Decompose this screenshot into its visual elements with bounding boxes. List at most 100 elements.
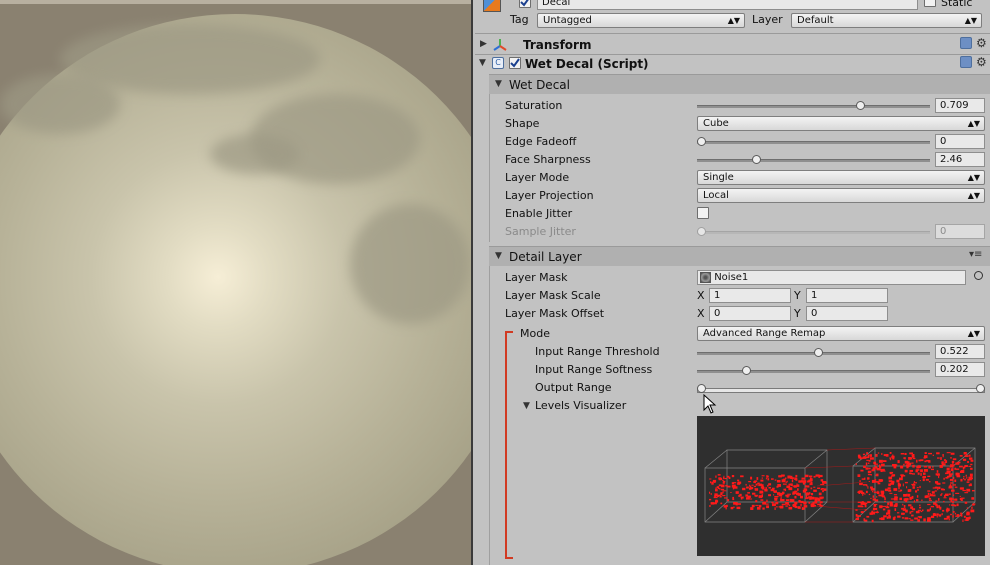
output-noise-point <box>963 458 965 461</box>
output-noise-point <box>861 491 863 493</box>
edge-fadeoff-slider-track[interactable] <box>697 141 930 144</box>
help-book-icon[interactable] <box>960 56 972 68</box>
output-noise-point <box>945 493 949 496</box>
output-noise-point <box>897 512 900 514</box>
offset-x-field[interactable]: 0 <box>709 306 791 321</box>
input-noise-point <box>709 498 712 501</box>
output-noise-point <box>879 464 881 466</box>
face-sharpness-slider-track[interactable] <box>697 159 930 162</box>
scene-view[interactable] <box>0 0 473 565</box>
input-noise-point <box>779 505 784 509</box>
help-book-icon[interactable] <box>960 37 972 49</box>
enable-jitter-checkbox[interactable] <box>697 207 709 219</box>
tag-dropdown[interactable]: Untagged ▲▼ <box>537 13 745 28</box>
foldout-arrow-icon[interactable]: ▼ <box>479 58 486 68</box>
input-noise-point <box>764 489 768 492</box>
layer-mode-dropdown[interactable]: Single ▲▼ <box>697 170 985 185</box>
wet-decal-section-header[interactable]: ▼ Wet Decal <box>489 74 990 94</box>
output-noise-point <box>952 458 957 461</box>
shape-dropdown[interactable]: Cube ▲▼ <box>697 116 985 131</box>
output-noise-point <box>937 488 939 491</box>
input-noise-point <box>722 479 724 481</box>
output-range-max-handle[interactable] <box>976 384 985 393</box>
input-noise-point <box>783 488 786 491</box>
output-noise-point <box>954 467 957 470</box>
input-range-softness-field[interactable]: 0.202 <box>935 362 985 377</box>
saturation-slider-handle[interactable] <box>855 101 865 110</box>
output-noise-point <box>928 499 932 501</box>
output-noise-point <box>950 452 955 455</box>
output-noise-point <box>896 479 900 483</box>
input-noise-point <box>766 505 769 509</box>
foldout-arrow-icon[interactable]: ▶ <box>480 39 487 49</box>
transform-title[interactable]: Transform <box>523 36 591 54</box>
layer-projection-dropdown[interactable]: Local ▲▼ <box>697 188 985 203</box>
output-range-slider-track[interactable] <box>697 388 985 393</box>
input-noise-point <box>715 499 718 502</box>
input-range-softness-slider-track[interactable] <box>697 370 930 373</box>
input-range-threshold-field[interactable]: 0.522 <box>935 344 985 359</box>
gear-icon[interactable]: ⚙ <box>976 56 987 68</box>
edge-fadeoff-field[interactable]: 0 <box>935 134 985 149</box>
input-noise-point <box>720 492 723 496</box>
output-range-min-handle[interactable] <box>697 384 706 393</box>
active-checkbox[interactable] <box>519 0 531 8</box>
scale-y-field[interactable]: 1 <box>806 288 888 303</box>
output-noise-point <box>866 452 868 455</box>
output-noise-point <box>927 475 931 477</box>
foldout-arrow-icon[interactable]: ▼ <box>495 79 502 89</box>
output-noise-point <box>962 519 964 522</box>
offset-y-field[interactable]: 0 <box>806 306 888 321</box>
input-noise-point <box>798 500 801 503</box>
foldout-arrow-icon[interactable]: ▼ <box>495 251 502 261</box>
input-range-threshold-slider-handle[interactable] <box>813 348 823 357</box>
input-noise-point <box>774 497 778 500</box>
static-checkbox[interactable] <box>924 0 936 7</box>
output-noise-point <box>918 516 922 519</box>
output-noise-point <box>964 455 968 457</box>
detail-layer-section-header[interactable]: ▼ Detail Layer ▾≡ <box>489 246 990 266</box>
layer-projection-value: Local <box>703 190 729 201</box>
output-noise-point <box>916 459 918 463</box>
gear-icon[interactable]: ⚙ <box>976 37 987 49</box>
component-enabled-checkbox[interactable] <box>509 57 521 69</box>
output-noise-point <box>888 480 893 483</box>
input-noise-point <box>780 496 782 500</box>
output-noise-point <box>936 452 940 455</box>
input-noise-point <box>788 504 791 506</box>
output-noise-point <box>902 483 904 487</box>
mode-dropdown[interactable]: Advanced Range Remap ▲▼ <box>697 326 985 341</box>
layer-mask-object-field[interactable]: Noise1 <box>697 270 966 285</box>
edge-fadeoff-slider-handle[interactable] <box>697 137 706 146</box>
foldout-arrow-icon[interactable]: ▼ <box>523 401 530 411</box>
input-noise-point <box>774 507 776 510</box>
output-noise-point <box>887 509 891 512</box>
layer-dropdown[interactable]: Default ▲▼ <box>791 13 982 28</box>
output-noise-point <box>894 508 897 511</box>
wet-decal-script-title[interactable]: Wet Decal (Script) <box>525 55 649 73</box>
output-noise-point <box>921 499 923 501</box>
dropdown-arrow-icon: ▲▼ <box>967 191 980 200</box>
output-noise-point <box>860 511 864 514</box>
input-noise-point <box>810 478 813 482</box>
output-noise-point <box>876 496 878 498</box>
output-noise-point <box>881 453 883 455</box>
object-picker-icon[interactable] <box>974 271 983 280</box>
face-sharpness-field[interactable]: 2.46 <box>935 152 985 167</box>
output-noise-point <box>924 460 927 463</box>
mode-label: Mode <box>520 327 550 340</box>
input-noise-point <box>796 501 798 505</box>
saturation-field[interactable]: 0.709 <box>935 98 985 113</box>
input-noise-point <box>762 502 767 505</box>
output-noise-point <box>901 517 904 519</box>
input-noise-point <box>755 500 758 503</box>
input-noise-point <box>805 496 807 498</box>
output-noise-point <box>936 482 940 485</box>
output-noise-point <box>895 496 898 499</box>
output-noise-point <box>942 454 944 457</box>
saturation-slider-track[interactable] <box>697 105 930 108</box>
name-field[interactable]: Decal <box>537 0 918 10</box>
context-menu-icon[interactable]: ▾≡ <box>969 249 982 260</box>
input-noise-point <box>752 492 756 495</box>
scale-x-field[interactable]: 1 <box>709 288 791 303</box>
